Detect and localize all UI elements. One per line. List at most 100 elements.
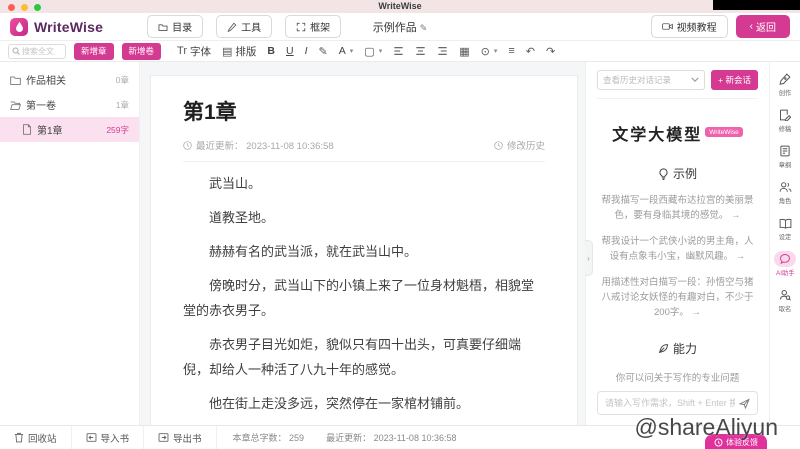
writewise-logo-icon — [10, 17, 28, 36]
sidebar-item-volume1[interactable]: 第一卷 1章 — [0, 92, 139, 117]
catalog-label: 目录 — [172, 23, 193, 34]
rail-item-naming[interactable]: 取名 — [774, 287, 796, 314]
chapter-title: 第1章 — [183, 101, 237, 124]
caret-down-icon: ▾ — [493, 48, 498, 55]
image-icon: ▢ — [364, 45, 375, 58]
last-updated: 最近更新： 2023-11-08 10:36:58 — [183, 138, 334, 152]
align-left-button[interactable] — [393, 46, 404, 56]
rail-item-label: 章纲 — [778, 162, 792, 169]
ai-assistant-panel: 查看历史对话记录 + 新会话 文学大模型 WriteWise 示例 帮我描写一段西… — [585, 62, 769, 425]
font-menu[interactable]: Tr 字体 — [177, 44, 211, 59]
feature-rail: 创作 修稿 章纲 角色 设定 AI助手 取名 — [769, 62, 800, 425]
framework-label: 框架 — [310, 23, 331, 34]
italic-button[interactable]: I — [305, 45, 308, 57]
sidebar-item-label: 第1章 — [37, 126, 63, 137]
example-prompt[interactable]: 帮我设计一个武侠小说的男主角，人设有点象韦小宝，幽默风趣。 → — [597, 234, 758, 264]
back-button[interactable]: ‹ 返回 — [735, 15, 790, 38]
sidebar-item-label: 第一卷 — [26, 101, 56, 112]
history-icon — [494, 140, 503, 150]
paragraph: 赫赫有名的武当派，就在武当山中。 — [209, 244, 418, 259]
sidebar-item-chapter1[interactable]: 第1章 259字 — [0, 117, 139, 142]
document-title-text: 示例作品 — [372, 21, 417, 34]
app-name: WriteWise — [34, 18, 104, 35]
pen-nib-icon — [779, 73, 791, 85]
paragraph: 赤衣男子目光如炬，貌似只有四十出头，可真要仔细端倪，却给人一种活了八九十年的感觉… — [183, 337, 522, 377]
feedback-label: 体验反馈 — [726, 438, 758, 447]
history-dropdown[interactable]: 查看历史对话记录 — [597, 70, 706, 90]
recycle-bin-button[interactable]: 回收站 — [0, 426, 72, 449]
export-book-label: 导出书 — [173, 433, 202, 445]
send-icon[interactable] — [739, 397, 750, 409]
editor-toolbar: 新增章 新增卷 Tr字体 ▤排版 B U I ✎ A▾ ▢▾ ▦ ⊙▾ ≡ ↶ … — [0, 41, 800, 62]
ai-prompt-box[interactable] — [597, 391, 758, 415]
caret-down-icon: ▾ — [349, 48, 354, 55]
file-icon — [23, 124, 31, 135]
font-color-button[interactable]: A ▾ — [339, 45, 354, 57]
line-spacing-button[interactable]: ≡ — [508, 45, 514, 57]
underline-button[interactable]: U — [286, 45, 294, 57]
last-updated-status: 最近更新： 2023-11-08 10:36:58 — [326, 433, 457, 443]
emoji-button[interactable]: ⊙ ▾ — [481, 45, 498, 58]
bold-button[interactable]: B — [267, 45, 275, 57]
framework-button[interactable]: 框架 — [285, 15, 342, 38]
rail-item-label: 创作 — [778, 90, 792, 97]
new-session-button[interactable]: + 新会话 — [711, 70, 758, 90]
chevron-down-icon — [691, 77, 699, 83]
rail-item-characters[interactable]: 角色 — [774, 179, 796, 206]
document-outline-icon — [780, 145, 790, 157]
insert-table-button[interactable]: ▦ — [459, 45, 469, 58]
user-search-icon — [780, 290, 791, 301]
redo-button[interactable]: ↷ — [546, 45, 555, 58]
new-chapter-button[interactable]: 新增章 — [74, 42, 114, 60]
feedback-button[interactable]: 体验反馈 — [705, 434, 767, 449]
sidebar-item-related[interactable]: 作品相关 0章 — [0, 67, 139, 92]
ai-prompt-input[interactable] — [605, 398, 735, 408]
sidebar-item-count: 0章 — [115, 74, 129, 85]
new-volume-button[interactable]: 新增卷 — [121, 42, 162, 60]
folder-icon — [10, 75, 21, 85]
export-book-button[interactable]: 导出书 — [144, 426, 217, 449]
model-title: 文学大模型 — [612, 127, 703, 144]
sidebar-item-count: 259字 — [106, 124, 129, 135]
caret-down-icon: ▾ — [378, 48, 383, 55]
example-prompt[interactable]: 帮我描写一段西藏布达拉宫的美丽景色，要有身临其境的感觉。 → — [597, 193, 758, 223]
examples-title: 示例 — [672, 167, 697, 181]
font-tr-icon: Tr — [177, 45, 188, 57]
window-title: WriteWise — [378, 1, 422, 11]
rail-item-revise[interactable]: 修稿 — [774, 107, 796, 134]
layout-menu[interactable]: ▤ 排版 — [222, 44, 256, 59]
panel-collapse-handle[interactable]: › — [585, 240, 593, 276]
rail-item-settings[interactable]: 设定 — [774, 215, 796, 242]
editor-canvas[interactable]: 第1章 最近更新： 2023-11-08 10:36:58 修改历史 武当山。 … — [150, 75, 578, 425]
abilities-title: 能力 — [672, 342, 697, 356]
quill-icon — [658, 344, 668, 354]
search-input[interactable] — [22, 46, 62, 56]
users-icon — [779, 182, 791, 192]
highlighter-button[interactable]: ✎ — [319, 45, 328, 58]
video-tutorial-button[interactable]: 视频教程 — [650, 15, 728, 38]
catalog-button[interactable]: 目录 — [147, 15, 204, 38]
revision-history-button[interactable]: 修改历史 — [494, 138, 545, 152]
undo-button[interactable]: ↶ — [526, 45, 535, 58]
example-prompt[interactable]: 用描述性对白描写一段：孙悟空与猪八戒讨论女妖怪的有趣对白，不少于200字。 → — [597, 275, 758, 320]
align-right-button[interactable] — [437, 46, 448, 56]
app-header: WriteWise 目录 工具 框架 示例作品 ✎ 视频教程 ‹ 返回 — [0, 13, 800, 41]
import-book-button[interactable]: 导入书 — [72, 426, 145, 449]
last-updated-text: 最近更新： 2023-11-08 10:36:58 — [196, 141, 334, 152]
rail-item-outline[interactable]: 章纲 — [774, 143, 796, 170]
tools-button[interactable]: 工具 — [216, 15, 273, 38]
export-icon — [158, 433, 169, 442]
align-center-button[interactable] — [415, 46, 426, 56]
search-box[interactable] — [8, 43, 66, 59]
abilities-header: 能力 — [597, 340, 758, 357]
insert-image-button[interactable]: ▢ ▾ — [364, 45, 382, 58]
rail-item-ai-assistant[interactable]: AI助手 — [774, 251, 796, 278]
chapter-body: 武当山。 道教圣地。 赫赫有名的武当派，就在武当山中。 傍晚时分，武当山下的小镇… — [183, 171, 545, 425]
edit-title-icon[interactable]: ✎ — [420, 23, 428, 33]
align-left-icon — [394, 47, 403, 55]
rail-item-create[interactable]: 创作 — [774, 71, 796, 98]
model-badge: WriteWise — [705, 127, 743, 138]
feedback-icon — [714, 438, 723, 447]
video-tutorial-label: 视频教程 — [676, 23, 717, 34]
word-count: 本章总字数： 259 — [232, 433, 305, 443]
